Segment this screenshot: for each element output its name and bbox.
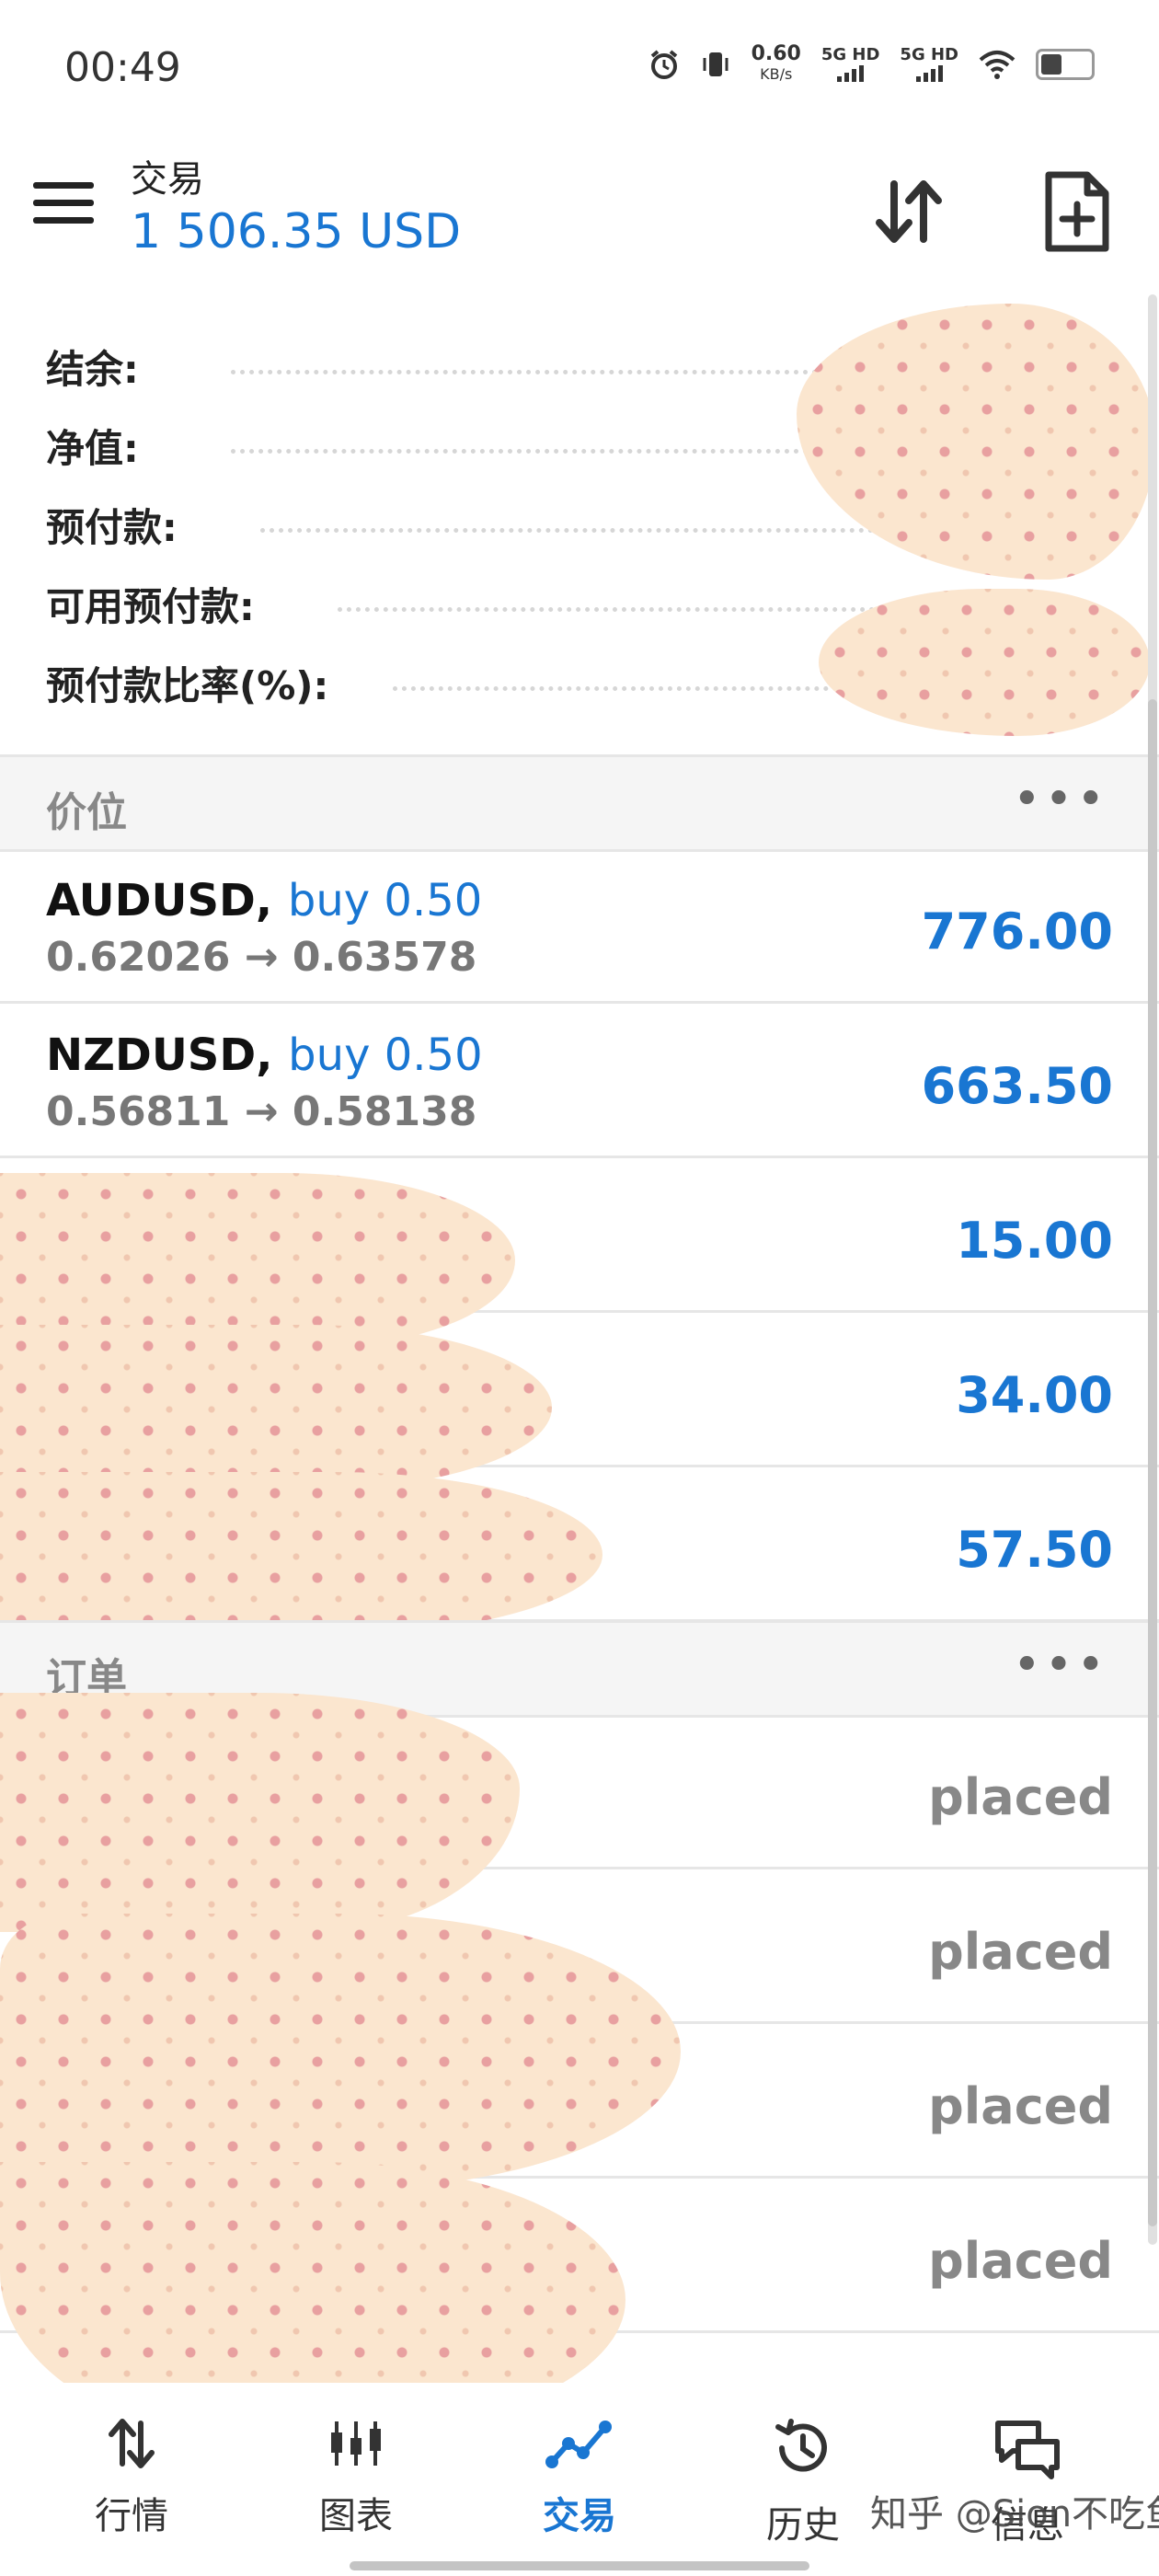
position-prices: 0.62026 → 0.63578 [46, 934, 477, 981]
status-time: 00:49 [64, 44, 181, 91]
scrollbar[interactable] [1148, 294, 1157, 2245]
sim2-signal: 5G HD [900, 47, 958, 82]
sim1-signal: 5G HD [821, 47, 879, 82]
nav-trade[interactable]: 交易 [488, 2383, 671, 2548]
position-prices: 0.56811 → 0.58138 [46, 1088, 477, 1135]
watermark: 知乎 @Sion不吃鱼 [870, 2493, 1159, 2536]
wifi-icon [979, 51, 1016, 79]
menu-icon[interactable] [33, 182, 94, 228]
redaction-mark [0, 1472, 602, 1638]
nav-charts-label: 图表 [319, 2495, 393, 2537]
position-profit: 15.00 [956, 1212, 1113, 1270]
nav-trade-label: 交易 [543, 2495, 616, 2537]
nav-history-label: 历史 [766, 2504, 840, 2547]
new-order-icon[interactable] [1030, 166, 1122, 258]
position-row[interactable]: AUDUSD, buy 0.50 0.62026 → 0.63578 776.0… [0, 849, 1159, 1004]
status-icons: 0.60 KB/s 5G HD 5G HD [648, 44, 1095, 85]
nav-charts[interactable]: 图表 [264, 2383, 448, 2548]
alarm-icon [650, 50, 677, 79]
account-balance: 1 506.35 USD [131, 204, 462, 259]
network-speed: 0.60 KB/s [751, 42, 801, 84]
position-profit: 776.00 [921, 903, 1113, 960]
vibrate-icon [703, 52, 729, 76]
status-bar: 00:49 0.60 KB/s 5G HD 5G HD [0, 0, 1159, 138]
bottom-navigation: 行情 图表 交易 历史 信息 [0, 2383, 1159, 2576]
candlestick-chart-icon [331, 2421, 381, 2466]
order-status: placed [928, 1768, 1113, 1826]
chat-messages-icon [995, 2421, 1060, 2479]
positions-section-header: 价位 ••• [0, 754, 1159, 852]
app-header: 交易 1 506.35 USD [0, 138, 1159, 294]
nav-quotes-label: 行情 [95, 2495, 168, 2537]
nav-history[interactable]: 历史 [711, 2383, 895, 2548]
home-indicator[interactable] [350, 2561, 809, 2570]
sort-icon[interactable] [863, 166, 955, 258]
positions-more-button[interactable]: ••• [1013, 776, 1108, 823]
position-profit: 57.50 [956, 1521, 1113, 1579]
page-title: 交易 [131, 158, 204, 201]
redaction-mark [0, 1325, 552, 1490]
order-status: placed [928, 1923, 1113, 1981]
orders-more-button[interactable]: ••• [1013, 1641, 1108, 1689]
position-profit: 663.50 [921, 1057, 1113, 1115]
redaction-mark [0, 1173, 515, 1348]
redaction-mark [0, 1693, 520, 1932]
position-symbol: NZDUSD, buy 0.50 [46, 1029, 483, 1081]
quotes-arrows-icon [109, 2419, 155, 2468]
history-clock-icon [775, 2419, 827, 2472]
redaction-mark [0, 1914, 681, 2190]
position-symbol: AUDUSD, buy 0.50 [46, 875, 483, 926]
position-row[interactable]: NZDUSD, buy 0.50 0.56811 → 0.58138 663.5… [0, 1004, 1159, 1158]
trade-line-icon [545, 2421, 612, 2468]
nav-quotes[interactable]: 行情 [40, 2383, 224, 2548]
position-profit: 34.00 [956, 1366, 1113, 1424]
order-status: placed [928, 2232, 1113, 2290]
positions-title: 价位 [46, 789, 127, 836]
battery-icon [1036, 49, 1095, 80]
order-status: placed [928, 2077, 1113, 2135]
